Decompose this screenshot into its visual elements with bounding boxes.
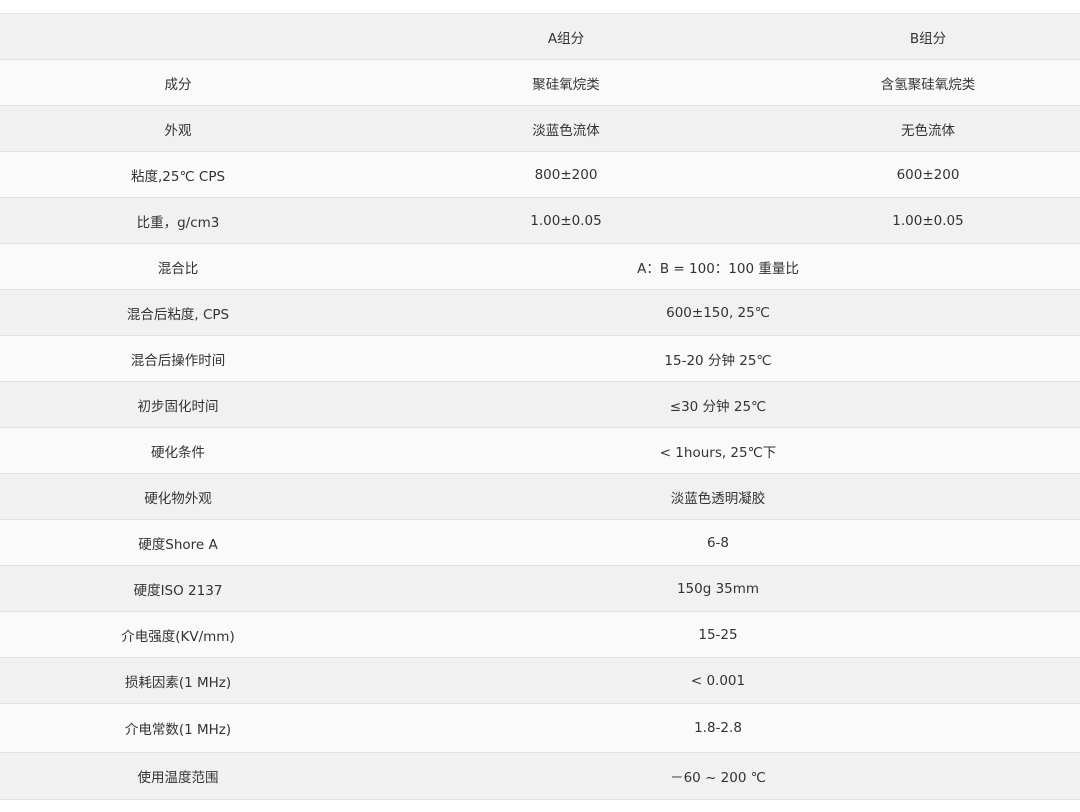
table-row: 混合比 A：B = 100：100 重量比 <box>0 243 1080 290</box>
component-b-value: 600±200 <box>776 151 1080 198</box>
row-label: 介电常数(1 MHz) <box>0 703 356 753</box>
merged-value: A：B = 100：100 重量比 <box>356 243 1080 290</box>
table-row: 成分 聚硅氧烷类 含氢聚硅氧烷类 <box>0 59 1080 106</box>
table-row: 介电强度(KV/mm) 15-25 <box>0 611 1080 658</box>
table-row: 硬度ISO 2137 150g 35mm <box>0 565 1080 612</box>
row-label: 混合比 <box>0 243 356 290</box>
component-b-value: 1.00±0.05 <box>776 197 1080 244</box>
table-row: 硬度Shore A 6-8 <box>0 519 1080 566</box>
merged-value: 6-8 <box>356 519 1080 566</box>
row-label: 初步固化时间 <box>0 381 356 428</box>
table-row: 初步固化时间 ≤30 分钟 25℃ <box>0 381 1080 428</box>
table-row: 粘度,25℃ CPS 800±200 600±200 <box>0 151 1080 198</box>
row-label: 混合后粘度, CPS <box>0 289 356 336</box>
table-header-row: A组分 B组分 <box>0 13 1080 60</box>
row-label: 比重，g/cm3 <box>0 197 356 244</box>
table-row: 损耗因素(1 MHz) < 0.001 <box>0 657 1080 704</box>
row-label: 介电强度(KV/mm) <box>0 611 356 658</box>
component-b-value: 无色流体 <box>776 105 1080 152</box>
row-label: 损耗因素(1 MHz) <box>0 657 356 704</box>
header-component-a: A组分 <box>356 13 776 60</box>
table-row: 混合后操作时间 15-20 分钟 25℃ <box>0 335 1080 382</box>
merged-value: 600±150, 25℃ <box>356 289 1080 336</box>
component-a-value: 800±200 <box>356 151 776 198</box>
merged-value: 1.8-2.8 <box>356 703 1080 753</box>
merged-value: 150g 35mm <box>356 565 1080 612</box>
merged-value: －60 ~ 200 ℃ <box>356 752 1080 800</box>
table-row: 使用温度范围 －60 ~ 200 ℃ <box>0 752 1080 800</box>
row-label: 硬度ISO 2137 <box>0 565 356 612</box>
header-component-b: B组分 <box>776 13 1080 60</box>
component-a-value: 淡蓝色流体 <box>356 105 776 152</box>
row-label: 硬度Shore A <box>0 519 356 566</box>
table-row: 外观 淡蓝色流体 无色流体 <box>0 105 1080 152</box>
table-row: 比重，g/cm3 1.00±0.05 1.00±0.05 <box>0 197 1080 244</box>
component-a-value: 1.00±0.05 <box>356 197 776 244</box>
spec-table: A组分 B组分 成分 聚硅氧烷类 含氢聚硅氧烷类 外观 淡蓝色流体 无色流体 粘… <box>0 13 1080 800</box>
merged-value: < 0.001 <box>356 657 1080 704</box>
table-row: 混合后粘度, CPS 600±150, 25℃ <box>0 289 1080 336</box>
header-label-cell <box>0 13 356 60</box>
component-a-value: 聚硅氧烷类 <box>356 59 776 106</box>
merged-value: 淡蓝色透明凝胶 <box>356 473 1080 520</box>
merged-value: 15-25 <box>356 611 1080 658</box>
table-row: 介电常数(1 MHz) 1.8-2.8 <box>0 703 1080 753</box>
row-label: 使用温度范围 <box>0 752 356 800</box>
merged-value: < 1hours, 25℃下 <box>356 427 1080 474</box>
row-label: 外观 <box>0 105 356 152</box>
table-row: 硬化条件 < 1hours, 25℃下 <box>0 427 1080 474</box>
component-b-value: 含氢聚硅氧烷类 <box>776 59 1080 106</box>
row-label: 粘度,25℃ CPS <box>0 151 356 198</box>
row-label: 混合后操作时间 <box>0 335 356 382</box>
merged-value: 15-20 分钟 25℃ <box>356 335 1080 382</box>
row-label: 硬化条件 <box>0 427 356 474</box>
row-label: 硬化物外观 <box>0 473 356 520</box>
row-label: 成分 <box>0 59 356 106</box>
merged-value: ≤30 分钟 25℃ <box>356 381 1080 428</box>
table-row: 硬化物外观 淡蓝色透明凝胶 <box>0 473 1080 520</box>
